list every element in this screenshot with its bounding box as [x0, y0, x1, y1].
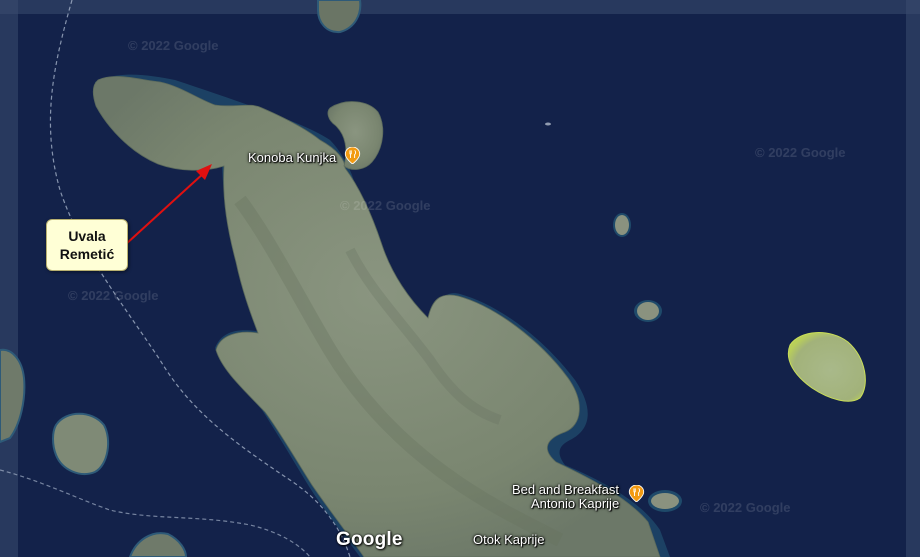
poi-label-konoba-kunjka[interactable]: Konoba Kunjka [248, 150, 336, 165]
watermark-1: © 2022 Google [128, 38, 219, 53]
boat-marker [545, 122, 551, 126]
sea-frame-left [0, 0, 18, 557]
poi-label-bnb-line2[interactable]: Antonio Kaprije [531, 496, 619, 511]
watermark-5: © 2022 Google [700, 500, 791, 515]
islet-small-2-land [637, 302, 659, 320]
poi-label-bnb-line1[interactable]: Bed and Breakfast [512, 482, 619, 497]
restaurant-pin-icon[interactable] [344, 147, 361, 164]
callout-line-2: Remetić [59, 246, 115, 262]
watermark-4: © 2022 Google [68, 288, 159, 303]
callout-line-1: Uvala [68, 228, 106, 244]
islet-small-1-land [615, 215, 629, 235]
islet-small-3-land [651, 493, 679, 509]
sea-frame-right [906, 0, 920, 557]
watermark-3: © 2022 Google [340, 198, 431, 213]
watermark-2: © 2022 Google [755, 145, 846, 160]
satellite-map[interactable] [0, 0, 920, 557]
islet-left-1 [52, 412, 110, 475]
sea-frame-top [0, 0, 920, 14]
callout-uvala-remetic: Uvala Remetić [46, 219, 128, 271]
google-logo: Google [336, 529, 403, 550]
restaurant-pin-icon[interactable] [628, 485, 645, 502]
place-label-otok-kaprije[interactable]: Otok Kaprije [473, 532, 545, 547]
